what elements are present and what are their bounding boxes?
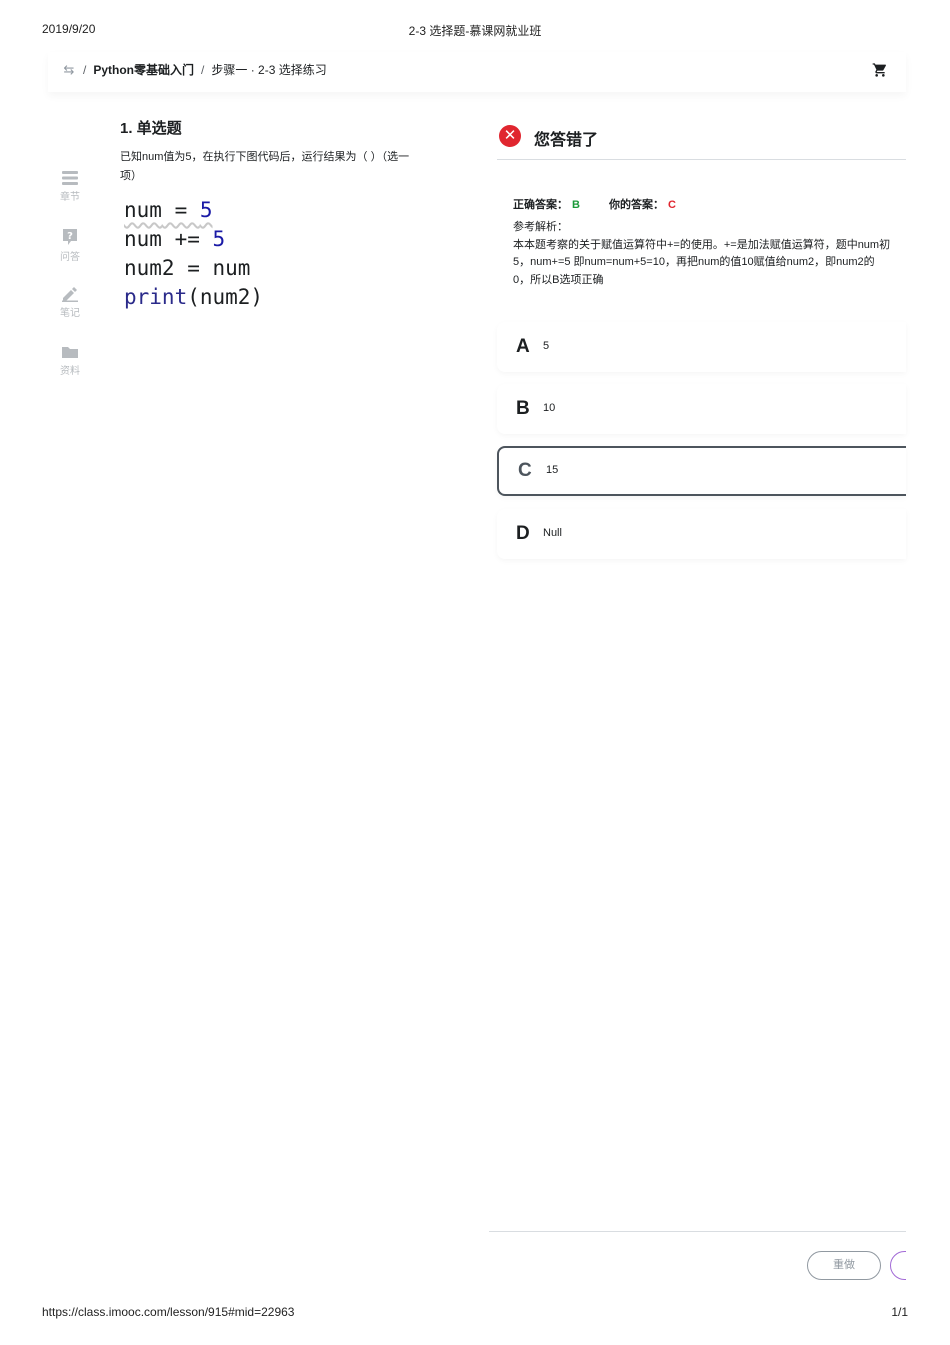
svg-text:?: ? [67,231,73,242]
correct-answer-value: B [572,199,580,211]
print-header: 2019/9/20 2-3 选择题-慕课网就业班 [42,22,908,40]
analysis: 参考解析： 本本题考察的关于赋值运算符中+=的使用。+=是加法赋值运算符，题中n… [513,219,906,289]
folder-icon [62,347,78,358]
question-panel: 1. 单选题 已知num值为5，在执行下图代码后，运行结果为（ ）（选一项） n… [120,118,440,312]
nav-label: 问答 [60,252,80,263]
answer-summary: 正确答案： B 你的答案： C [513,196,676,212]
option-value: Null [543,527,562,539]
your-answer-value: C [668,199,676,211]
code-number: 5 [199,198,213,222]
code-function: print [124,285,188,309]
option-value: 10 [543,402,556,414]
option-letter: A [516,336,530,357]
breadcrumb-separator: / [201,62,205,77]
nav-label: 章节 [60,192,80,203]
code-line: num2 = num [124,256,251,280]
nav-label: 资料 [60,366,80,377]
top-bar: ⇆ / Python零基础入门 / 步骤一 · 2-3 选择练习 [48,52,906,92]
question-text: 已知num值为5，在执行下图代码后，运行结果为（ ）（选一项） [120,151,410,182]
analysis-text: 5，num+=5 即num=num+5=10，再把num的值10赋值给num2，… [513,256,875,268]
print-page-number: 1/1 [891,1305,908,1319]
analysis-label: 参考解析： [513,221,568,233]
code-token: (num2) [187,285,264,309]
chapter-list-icon [62,171,78,185]
code-number: 5 [212,227,226,251]
nav-item-notes[interactable]: 笔记 [52,282,88,322]
option-letter: D [516,523,530,544]
result-panel: ✕ 您答错了 正确答案： B 你的答案： C 参考解析： 本本题考察的关于赋值运算符… [497,122,906,286]
breadcrumb-lesson: 步骤一 · 2-3 选择练习 [211,63,327,77]
option-d[interactable]: D Null [497,509,906,559]
nav-item-qa[interactable]: ? 问答 [52,224,88,264]
option-letter: B [516,398,530,419]
code-token: += [161,227,213,251]
breadcrumb-course[interactable]: Python零基础入门 [93,61,194,78]
option-c[interactable]: C 15 [497,446,906,496]
question-title: 1. 单选题 [120,120,182,137]
next-button-edge [890,1251,906,1280]
option-value: 15 [546,464,559,476]
nav-label: 笔记 [60,308,80,319]
option-value: 5 [543,340,550,352]
your-answer-label: 你的答案： [609,199,665,211]
analysis-text: 0，所以B选项正确 [513,273,604,286]
code-image: num = 5 num += 5 num2 = num print(num2) [124,196,440,312]
bottom-divider [489,1231,906,1232]
question-icon: ? [63,229,77,245]
print-url: https://class.imooc.com/lesson/915#mid=2… [42,1305,295,1319]
code-token: num [124,227,162,251]
breadcrumb: ⇆ / Python零基础入门 / 步骤一 · 2-3 选择练习 [62,61,327,78]
result-header: ✕ 您答错了 [497,122,906,160]
nav-item-materials[interactable]: 资料 [52,340,88,380]
analysis-text: 本本题考察的关于赋值运算符中+=的使用。+=是加法赋值运算符，题中num初 [513,238,891,251]
code-token: num [124,198,162,222]
swap-icon[interactable]: ⇆ [62,62,76,78]
correct-answer-label: 正确答案： [513,199,568,211]
code-token: = [161,198,200,222]
nav-item-chapters[interactable]: 章节 [52,166,88,206]
result-title: 您答错了 [534,132,599,149]
option-a[interactable]: A 5 [497,322,906,372]
wrong-icon: ✕ [499,125,521,147]
pencil-icon [62,287,78,302]
breadcrumb-separator: / [83,62,87,77]
print-footer: https://class.imooc.com/lesson/915#mid=2… [42,1305,908,1323]
next-button[interactable] [890,1251,906,1280]
option-letter: C [518,460,532,481]
option-b[interactable]: B 10 [497,384,906,434]
print-doc-title: 2-3 选择题-慕课网就业班 [408,24,542,38]
redo-button[interactable]: 重做 [807,1251,881,1280]
cart-icon[interactable] [872,62,888,78]
